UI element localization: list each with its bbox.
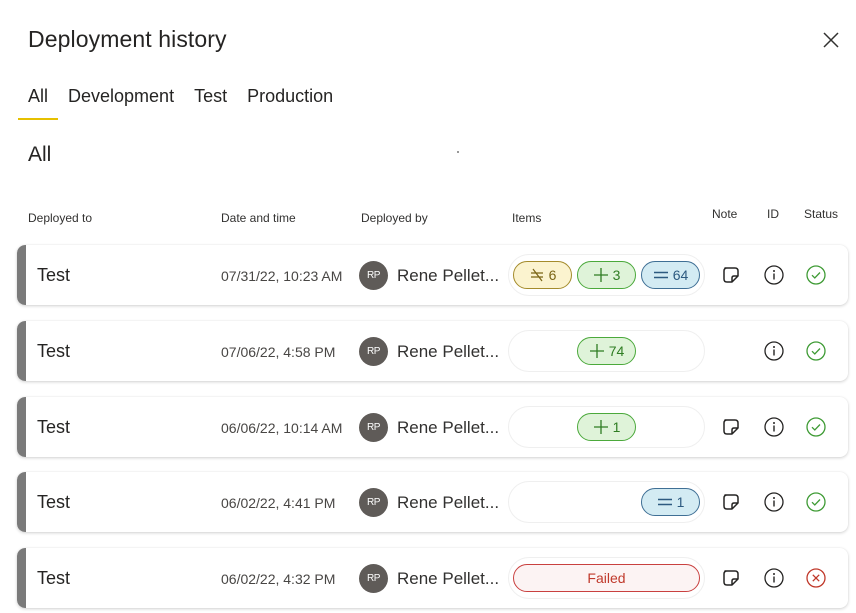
deployment-row[interactable]: Test 06/06/22, 10:14 AM RP Rene Pellet..… [17, 397, 848, 457]
close-icon [823, 32, 839, 48]
row-stripe [17, 321, 26, 381]
note-icon [723, 419, 739, 435]
status-success-icon [805, 264, 827, 286]
row-stripe [17, 548, 26, 608]
row-stripe [17, 397, 26, 457]
row-stripe [17, 245, 26, 305]
id-info-button[interactable] [763, 416, 785, 438]
tab-production[interactable]: Production [237, 84, 343, 120]
close-button[interactable] [820, 29, 842, 51]
plus-icon [589, 344, 604, 358]
items-new-pill[interactable]: 1 [577, 413, 636, 441]
info-icon [764, 265, 784, 285]
items-same-pill[interactable]: 64 [641, 261, 700, 289]
deployed-by: Rene Pellet... [397, 266, 500, 285]
status-success-icon [805, 491, 827, 513]
items-count: 64 [672, 267, 689, 283]
note-button[interactable] [720, 567, 742, 589]
deployed-by: Rene Pellet... [397, 342, 500, 361]
tab-test[interactable]: Test [184, 84, 237, 120]
check-circle-icon [806, 417, 826, 437]
id-info-button[interactable] [763, 264, 785, 286]
environment-tabs: All Development Test Production [18, 84, 343, 122]
deployed-by: Rene Pellet... [397, 418, 500, 437]
note-button[interactable] [720, 264, 742, 286]
not-equal-icon [530, 268, 543, 282]
id-info-button[interactable] [763, 491, 785, 513]
note-button[interactable] [720, 416, 742, 438]
tab-all[interactable]: All [18, 84, 59, 120]
items-count: 1 [612, 419, 621, 435]
deployment-row[interactable]: Test 07/31/22, 10:23 AM RP Rene Pellet..… [17, 245, 848, 305]
avatar: RP [359, 564, 388, 593]
items-summary: 1 [508, 406, 705, 448]
items-new-pill[interactable]: 3 [577, 261, 636, 289]
error-circle-icon [806, 568, 826, 588]
note-icon [723, 494, 739, 510]
date-time: 06/06/22, 10:14 AM [221, 420, 343, 436]
status-success-icon [805, 340, 827, 362]
deployed-by: Rene Pellet... [397, 569, 500, 588]
column-header-deployed-to: Deployed to [28, 211, 93, 225]
date-time: 07/06/22, 4:58 PM [221, 344, 336, 360]
avatar: RP [359, 488, 388, 517]
deployment-row[interactable]: Test 07/06/22, 4:58 PM RP Rene Pellet...… [17, 321, 848, 381]
deployed-by: Rene Pellet... [397, 493, 500, 512]
info-icon [764, 341, 784, 361]
avatar: RP [359, 337, 388, 366]
info-icon [764, 568, 784, 588]
id-info-button[interactable] [763, 340, 785, 362]
items-count: 6 [548, 267, 557, 283]
id-info-button[interactable] [763, 567, 785, 589]
items-summary: 1 [508, 481, 705, 523]
section-title: All [28, 143, 52, 166]
column-header-deployed-by: Deployed by [361, 211, 428, 225]
equal-icon [653, 271, 668, 279]
note-button[interactable] [720, 491, 742, 513]
avatar: RP [359, 261, 388, 290]
deployed-to: Test [37, 417, 71, 437]
info-icon [764, 492, 784, 512]
deployed-to: Test [37, 568, 71, 588]
items-different-pill[interactable]: 6 [513, 261, 572, 289]
plus-icon [593, 268, 608, 282]
deployment-row[interactable]: Test 06/02/22, 4:32 PM RP Rene Pellet...… [17, 548, 848, 608]
items-summary: Failed [508, 557, 705, 599]
tab-development[interactable]: Development [58, 84, 184, 120]
deployment-row[interactable]: Test 06/02/22, 4:41 PM RP Rene Pellet...… [17, 472, 848, 532]
deployed-to: Test [37, 265, 71, 285]
date-time: 06/02/22, 4:32 PM [221, 571, 336, 587]
column-header-status: Status [804, 207, 839, 221]
avatar: RP [359, 413, 388, 442]
check-circle-icon [806, 492, 826, 512]
items-count: 3 [612, 267, 621, 283]
items-new-pill[interactable]: 74 [577, 337, 636, 365]
items-count: 74 [608, 343, 625, 359]
items-count: 1 [676, 494, 685, 510]
decorative-dot [457, 151, 459, 153]
items-same-pill[interactable]: 1 [641, 488, 700, 516]
info-icon [764, 417, 784, 437]
items-failed-pill[interactable]: Failed [513, 564, 700, 592]
equal-icon [657, 498, 672, 506]
column-header-id: ID [767, 207, 779, 221]
column-header-items: Items [512, 211, 542, 225]
deployed-to: Test [37, 492, 71, 512]
check-circle-icon [806, 265, 826, 285]
dialog-title: Deployment history [28, 26, 227, 52]
plus-icon [593, 420, 608, 434]
items-summary: 6 3 64 [508, 254, 705, 296]
note-icon [723, 267, 739, 283]
status-success-icon [805, 416, 827, 438]
date-time: 06/02/22, 4:41 PM [221, 495, 336, 511]
status-failed-icon [805, 567, 827, 589]
row-stripe [17, 472, 26, 532]
column-header-note: Note [712, 207, 738, 221]
date-time: 07/31/22, 10:23 AM [221, 268, 343, 284]
check-circle-icon [806, 341, 826, 361]
column-header-date-time: Date and time [221, 211, 296, 225]
note-icon [723, 570, 739, 586]
deployed-to: Test [37, 341, 71, 361]
items-summary: 74 [508, 330, 705, 372]
